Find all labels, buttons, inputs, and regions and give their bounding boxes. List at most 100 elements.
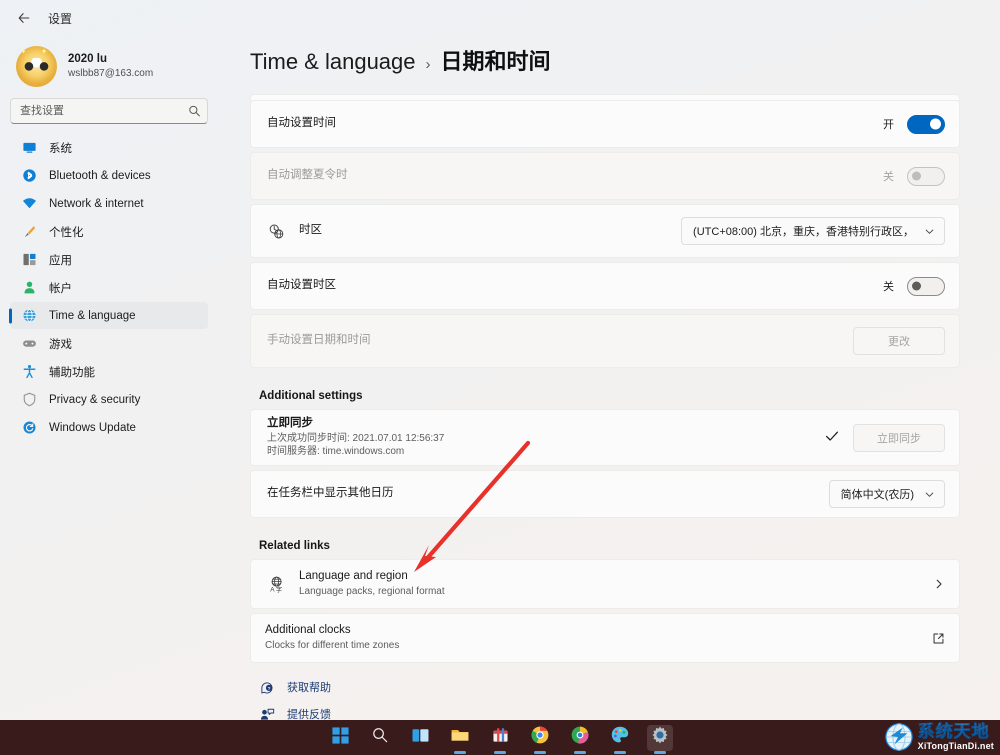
setting-row-sync-now[interactable]: 立即同步 上次成功同步时间: 2021.07.01 12:56:37 时间服务器… [250,409,960,466]
start-button[interactable] [327,725,353,751]
setting-row-auto-set-timezone[interactable]: 自动设置时区 关 [250,262,960,310]
setting-row-time-zone[interactable]: 时区 (UTC+08:00) 北京，重庆，香港特别行政区， [250,204,960,258]
title-bar: 设置 [0,0,1000,36]
time-zone-value: (UTC+08:00) 北京，重庆，香港特别行政区， [693,223,914,239]
sidebar-item-label: Privacy & security [49,394,140,406]
account-card[interactable]: 2020 lu wslbb87@163.com [10,36,208,92]
arrow-left-icon [17,11,31,25]
sidebar-item-label: Time & language [49,310,136,322]
external-link-icon [932,632,945,645]
refresh-circle-icon [21,420,37,436]
sidebar-item-apps[interactable]: 应用 [10,246,208,273]
wifi-icon [21,196,37,212]
breadcrumb-separator: › [426,56,431,73]
sidebar-item-accounts[interactable]: 帐户 [10,274,208,301]
watermark-cn-text: 系统天地 [918,723,994,740]
task-view-button[interactable] [407,725,433,751]
row-title: 自动设置时间 [267,116,336,132]
settings-app-button[interactable] [647,725,673,751]
clock-globe-icon [267,223,286,240]
sidebar-item-time-language[interactable]: Time & language [10,302,208,329]
sidebar-item-personalization[interactable]: 个性化 [10,218,208,245]
store-icon [491,726,510,750]
google-chrome-button[interactable] [527,725,553,751]
clock-globe-icon [21,308,37,324]
sidebar: 2020 lu wslbb87@163.com [0,36,218,720]
related-link-subtitle: Language packs, regional format [299,585,445,599]
folder-icon [450,725,470,750]
related-link-title: Language and region [299,569,445,585]
row-title: 自动设置时区 [267,278,336,294]
back-button[interactable] [10,4,38,32]
watermark-globe-icon [884,722,914,752]
row-title: 在任务栏中显示其他日历 [267,486,394,502]
file-explorer-button[interactable] [447,725,473,751]
person-icon [21,280,37,296]
sidebar-item-label: 个性化 [49,224,84,240]
windows-logo-icon [331,726,350,750]
sidebar-item-label: 应用 [49,252,72,268]
extra-calendar-dropdown[interactable]: 简体中文(农历) [829,480,945,508]
related-link-additional-clocks[interactable]: Additional clocks Clocks for different t… [250,613,960,663]
help-link-label: 提供反馈 [287,706,331,720]
auto-set-timezone-toggle[interactable] [907,277,945,296]
gear-icon [650,725,670,750]
chevron-down-icon [924,489,935,500]
app-title: 设置 [48,10,72,27]
sidebar-item-system[interactable]: 系统 [10,134,208,161]
chevron-right-icon [933,578,945,590]
search-input[interactable] [10,98,208,124]
additional-settings-heading: Additional settings [259,390,960,402]
chevron-down-icon [924,226,935,237]
breadcrumb: Time & language › 日期和时间 [250,36,1000,94]
row-title: 时区 [299,223,322,239]
sync-now-button[interactable]: 立即同步 [853,424,945,452]
shield-icon [21,392,37,408]
sidebar-item-privacy-security[interactable]: Privacy & security [10,386,208,413]
breadcrumb-root[interactable]: Time & language [250,49,416,75]
give-feedback-link[interactable]: 提供反馈 [259,706,960,720]
settings-window: 设置 2020 lu wslbb87@163.com [0,0,1000,720]
sidebar-item-label: Network & internet [49,198,144,210]
sidebar-item-label: 帐户 [49,280,72,296]
get-help-link[interactable]: ? 获取帮助 [259,679,960,695]
gamepad-icon [21,336,37,352]
sidebar-item-gaming[interactable]: 游戏 [10,330,208,357]
auto-set-time-toggle[interactable] [907,115,945,134]
help-links: ? 获取帮助 [259,679,960,720]
browser-app-button[interactable] [567,725,593,751]
sync-time-server: 时间服务器: time.windows.com [267,445,444,459]
site-watermark: 系统天地 XiTongTianDi.net [884,721,994,753]
time-zone-dropdown[interactable]: (UTC+08:00) 北京，重庆，香港特别行政区， [681,217,945,245]
avatar [16,46,57,87]
setting-row-extra-calendar[interactable]: 在任务栏中显示其他日历 简体中文(农历) [250,470,960,518]
account-name: 2020 lu [68,52,153,66]
related-link-language-and-region[interactable]: A 字 Language and region Language packs, … [250,559,960,609]
taskbar [0,720,1000,755]
svg-text:字: 字 [275,584,281,593]
extra-calendar-value: 简体中文(农历) [841,486,914,502]
setting-row-auto-set-time[interactable]: 自动设置时间 开 [250,100,960,148]
row-title: 手动设置日期和时间 [267,333,371,349]
search-button[interactable] [367,725,393,751]
auto-adjust-dst-toggle [907,167,945,186]
sidebar-item-label: 系统 [49,140,72,156]
sidebar-item-network-internet[interactable]: Network & internet [10,190,208,217]
settings-scroll-area[interactable]: 自动设置时间 开 自动调整夏令时 [250,94,1000,720]
svg-text:A: A [270,586,275,593]
sidebar-item-label: 辅助功能 [49,364,95,380]
sync-last-time: 上次成功同步时间: 2021.07.01 12:56:37 [267,432,444,446]
sidebar-item-bluetooth-devices[interactable]: Bluetooth & devices [10,162,208,189]
browser-circle-icon [570,725,590,750]
sidebar-nav: 系统 Bluetooth & devices [10,134,208,441]
help-question-icon: ? [259,680,275,695]
sidebar-item-accessibility[interactable]: 辅助功能 [10,358,208,385]
language-region-icon: A 字 [267,575,286,593]
paint-app-button[interactable] [607,725,633,751]
sidebar-item-windows-update[interactable]: Windows Update [10,414,208,441]
related-links-heading: Related links [259,540,960,552]
microsoft-store-button[interactable] [487,725,513,751]
feedback-icon [259,707,275,721]
paint-palette-icon [610,725,630,750]
search-container [10,98,208,124]
